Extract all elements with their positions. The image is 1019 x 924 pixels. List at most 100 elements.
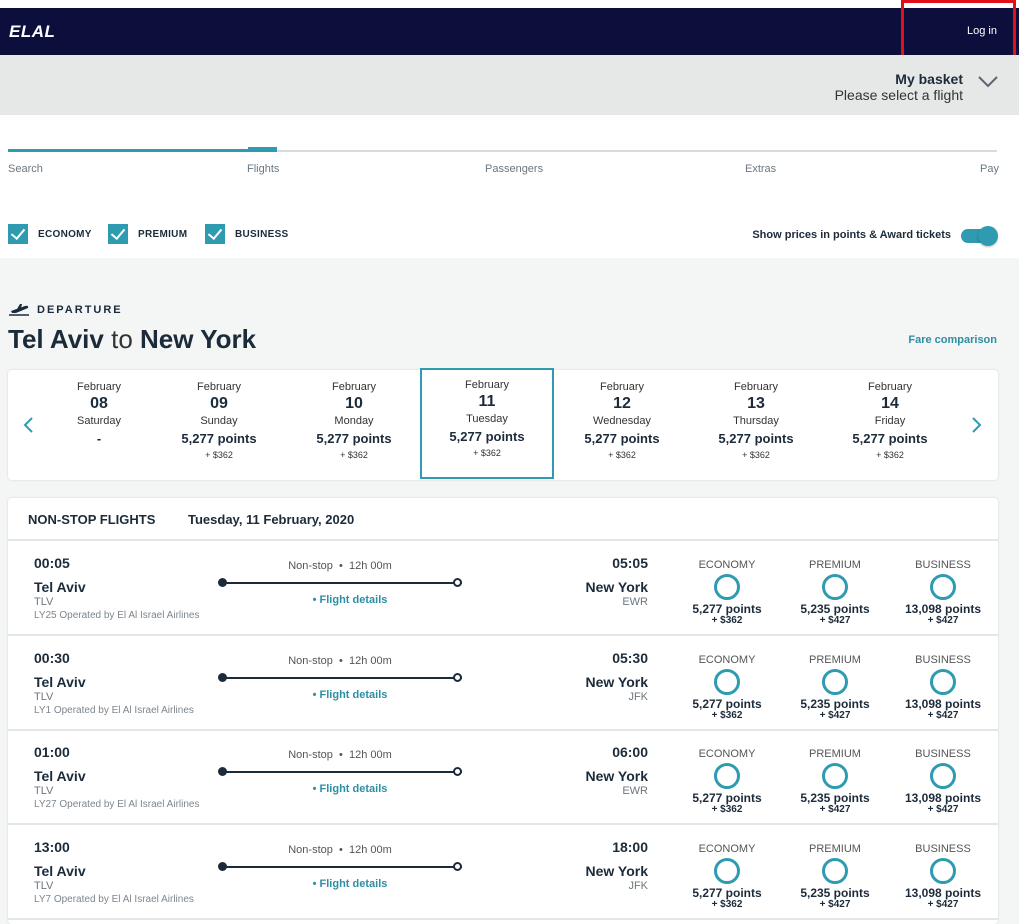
- route-title: Tel Aviv to New York: [8, 324, 256, 355]
- date-option[interactable]: February 14 Friday 5,277 points + $362: [823, 370, 957, 480]
- filter-economy[interactable]: ECONOMY: [8, 224, 92, 244]
- fare-radio-icon[interactable]: [930, 668, 956, 695]
- fare-option[interactable]: ECONOMY 5,277 points + $362: [675, 827, 779, 910]
- departure-city: Tel Aviv: [34, 673, 86, 690]
- site-header: ELAL Log in: [0, 8, 1019, 55]
- route-end-dot: [453, 767, 462, 776]
- progress-current-marker: [248, 147, 277, 152]
- departure-city: Tel Aviv: [34, 579, 86, 595]
- chevron-down-icon[interactable]: [977, 75, 999, 89]
- fare-option[interactable]: PREMIUM 5,235 points + $427: [783, 827, 887, 910]
- fare-option[interactable]: ECONOMY 5,277 points + $362: [675, 638, 779, 721]
- departure-time: 00:30: [34, 649, 70, 666]
- flight-details-label: Flight details: [319, 783, 388, 795]
- departure-city: Tel Aviv: [34, 862, 86, 879]
- top-spacer: [0, 0, 1019, 8]
- fare-cabin-label: ECONOMY: [698, 653, 756, 666]
- flight-row[interactable]: 00:05 Tel Aviv TLV LY25 Operated by El Al I…: [8, 543, 998, 636]
- fare-radio-icon[interactable]: [822, 574, 848, 600]
- fare-option[interactable]: BUSINESS 13,098 points + $427: [891, 638, 995, 721]
- route-line: [222, 771, 462, 773]
- fare-comparison-link[interactable]: Fare comparison: [908, 334, 997, 346]
- arrival-code: EWR: [622, 785, 648, 797]
- date-option[interactable]: February 08 Saturday -: [32, 370, 166, 480]
- date-month: February: [331, 381, 377, 393]
- operated-by: LY7 Operated by El Al Israel Airlines: [34, 893, 194, 905]
- date-month: February: [733, 381, 779, 393]
- chevron-right-icon[interactable]: [970, 416, 984, 434]
- points-toggle-label: Show prices in points & Award tickets: [752, 229, 951, 241]
- flight-row[interactable]: 00:30 Tel Aviv TLV LY1 Operated by El Al Is…: [8, 638, 998, 731]
- fare-radio-icon[interactable]: [714, 574, 740, 600]
- fare-cash: + $427: [819, 898, 851, 910]
- date-option[interactable]: February 12 Wednesday 5,277 points + $36…: [555, 370, 689, 480]
- flight-details-link[interactable]: • Flight details: [218, 689, 482, 701]
- flight-row[interactable]: 13:00 Tel Aviv TLV LY7 Operated by El Al Is…: [8, 827, 998, 920]
- arrival-code: EWR: [622, 596, 648, 608]
- checkbox-checked-icon[interactable]: [205, 224, 225, 244]
- date-option[interactable]: February 13 Thursday 5,277 points + $362: [689, 370, 823, 480]
- filter-premium[interactable]: PREMIUM: [108, 224, 187, 244]
- fare-option[interactable]: BUSINESS 13,098 points + $427: [891, 543, 995, 626]
- departure-label: DEPARTURE: [37, 304, 123, 316]
- fare-radio-icon[interactable]: [822, 668, 848, 695]
- fare-points: 13,098 points: [904, 885, 982, 900]
- fare-cash: + $427: [819, 615, 851, 626]
- fare-option[interactable]: ECONOMY 5,277 points + $362: [675, 543, 779, 626]
- date-option[interactable]: February 10 Monday 5,277 points + $362: [287, 370, 421, 480]
- fare-points: 5,235 points: [800, 885, 870, 900]
- fare-points: 5,235 points: [800, 791, 870, 805]
- date-day: 13: [747, 395, 765, 412]
- flight-details-link[interactable]: • Flight details: [218, 878, 482, 890]
- points-toggle[interactable]: [961, 226, 998, 246]
- date-month: February: [196, 381, 242, 393]
- fare-option[interactable]: PREMIUM 5,235 points + $427: [783, 543, 887, 626]
- login-highlight-box: [901, 0, 1016, 62]
- date-month: February: [867, 381, 913, 393]
- fare-radio-icon[interactable]: [714, 857, 740, 884]
- arrival-time: 05:05: [612, 555, 648, 571]
- fare-option[interactable]: BUSINESS 13,098 points + $427: [891, 827, 995, 910]
- flight-details-link[interactable]: • Flight details: [218, 783, 482, 795]
- fare-radio-icon[interactable]: [822, 763, 848, 789]
- elal-logo[interactable]: ELAL: [9, 22, 55, 42]
- fare-option[interactable]: ECONOMY 5,277 points + $362: [675, 732, 779, 815]
- fare-cash: + $427: [927, 898, 959, 910]
- checkbox-checked-icon[interactable]: [108, 224, 128, 244]
- date-option-selected[interactable]: February 11 Tuesday 5,277 points + $362: [420, 368, 554, 479]
- flight-row[interactable]: 01:00 Tel Aviv TLV LY27 Operated by El Al I…: [8, 732, 998, 825]
- step-search[interactable]: Search: [8, 163, 43, 175]
- fare-radio-icon[interactable]: [822, 857, 848, 884]
- filter-business[interactable]: BUSINESS: [205, 224, 289, 244]
- fare-radio-icon[interactable]: [714, 763, 740, 789]
- date-points: -: [96, 431, 102, 446]
- fare-cash: + $362: [711, 898, 743, 910]
- checkbox-checked-icon[interactable]: [8, 224, 28, 244]
- fare-radio-icon[interactable]: [930, 763, 956, 789]
- route-line: [222, 676, 462, 679]
- date-weekday: Monday: [334, 415, 374, 427]
- arrival-time: 05:30: [612, 649, 648, 666]
- duration-text: 12h 00m: [348, 843, 392, 856]
- fare-radio-icon[interactable]: [930, 857, 956, 884]
- fare-points: 13,098 points: [904, 696, 982, 711]
- fare-cash: + $427: [927, 615, 959, 626]
- date-cash: + $362: [608, 450, 636, 460]
- arrival-city: New York: [585, 768, 648, 784]
- date-cash: + $362: [876, 450, 904, 460]
- fare-cabin-label: BUSINESS: [915, 748, 971, 760]
- fare-option[interactable]: BUSINESS 13,098 points + $427: [891, 732, 995, 815]
- fare-cash: + $362: [711, 615, 743, 626]
- flight-details-link[interactable]: • Flight details: [218, 594, 482, 606]
- fare-cash: + $362: [711, 709, 743, 721]
- fare-cash: + $427: [927, 709, 959, 721]
- fare-points: 5,277 points: [692, 885, 762, 900]
- fare-radio-icon[interactable]: [930, 574, 956, 600]
- basket-bar[interactable]: My basket Please select a flight: [0, 55, 1019, 115]
- fare-radio-icon[interactable]: [714, 668, 740, 695]
- fare-option[interactable]: PREMIUM 5,235 points + $427: [783, 732, 887, 815]
- fare-option[interactable]: PREMIUM 5,235 points + $427: [783, 638, 887, 721]
- step-pay: Pay: [980, 163, 999, 175]
- date-weekday: Sunday: [200, 415, 238, 427]
- date-option[interactable]: February 09 Sunday 5,277 points + $362: [152, 370, 286, 480]
